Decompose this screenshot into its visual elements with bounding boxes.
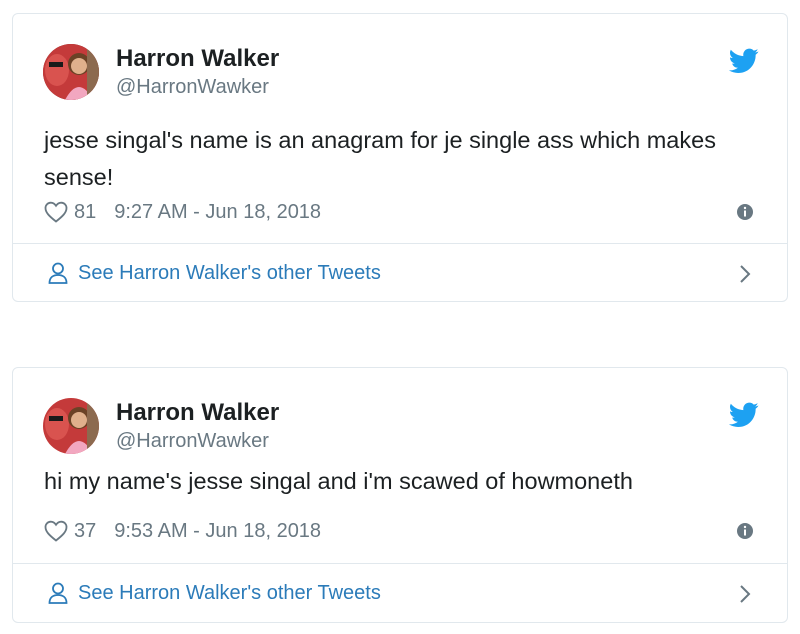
see-other-tweets-label[interactable]: See Harron Walker's other Tweets (78, 582, 381, 605)
timestamp[interactable]: 9:53 AM - Jun 18, 2018 (114, 520, 321, 543)
author-handle[interactable]: @HarronWawker (116, 428, 269, 454)
tweet-card: Harron Walker @HarronWawker jesse singal… (12, 13, 788, 302)
avatar[interactable] (43, 398, 99, 454)
author-handle[interactable]: @HarronWawker (116, 74, 269, 100)
tweet-card: Harron Walker @HarronWawker hi my name's… (12, 367, 788, 623)
chevron-right-icon[interactable] (739, 264, 751, 284)
tweet-text: hi my name's jesse singal and i'm scawed… (44, 468, 633, 494)
see-other-tweets-link[interactable]: See Harron Walker's other Tweets (13, 564, 787, 622)
author-name[interactable]: Harron Walker (116, 398, 279, 428)
tweet-meta: 81 9:27 AM - Jun 18, 2018 (44, 197, 756, 227)
tweet-meta: 37 9:53 AM - Jun 18, 2018 (44, 516, 756, 546)
twitter-bird-icon[interactable] (729, 402, 759, 428)
see-other-tweets-label[interactable]: See Harron Walker's other Tweets (78, 262, 381, 285)
info-icon[interactable] (736, 203, 754, 221)
tweet-text: jesse singal's name is an anagram for je… (44, 127, 716, 190)
avatar[interactable] (43, 44, 99, 100)
like-count[interactable]: 81 (74, 201, 96, 224)
author-name[interactable]: Harron Walker (116, 44, 279, 74)
heart-icon[interactable] (44, 520, 68, 542)
twitter-bird-icon[interactable] (729, 48, 759, 74)
info-icon[interactable] (736, 522, 754, 540)
like-count[interactable]: 37 (74, 520, 96, 543)
timestamp[interactable]: 9:27 AM - Jun 18, 2018 (114, 201, 321, 224)
person-icon (48, 582, 68, 604)
see-other-tweets-link[interactable]: See Harron Walker's other Tweets (13, 244, 787, 302)
person-icon (48, 262, 68, 284)
heart-icon[interactable] (44, 201, 68, 223)
chevron-right-icon[interactable] (739, 584, 751, 604)
